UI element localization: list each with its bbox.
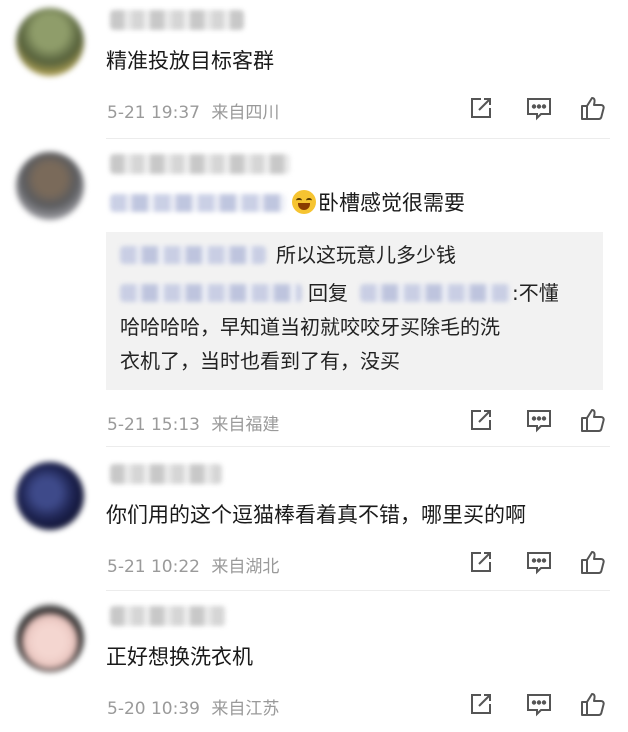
comment-actions — [466, 689, 612, 719]
share-icon — [471, 98, 491, 118]
comment-location: 来自福建 — [211, 415, 280, 435]
comment-button[interactable] — [524, 689, 554, 719]
comment-meta: 5-21 10:22 来自湖北 — [107, 552, 279, 577]
laughing-tears-icon — [292, 190, 316, 214]
comment-button[interactable] — [524, 547, 554, 577]
reply-quote-box[interactable]: 所以这玩意儿多少钱 回复 :不懂 哈哈哈哈，早知道当初就咬咬牙买除毛的洗 衣机了… — [106, 232, 603, 390]
comment-meta: 5-21 15:13 来自福建 — [107, 410, 279, 435]
quote-target-blurred[interactable] — [360, 284, 510, 302]
comment-item: 精准投放目标客群 5-21 19:37 来自四川 — [0, 0, 628, 140]
comment-item: 你们用的这个逗猫棒看着真不错，哪里买的啊 5-21 10:22 来自湖北 — [0, 452, 628, 592]
quote-line-1: 所以这玩意儿多少钱 — [276, 243, 456, 267]
comment-actions — [466, 547, 612, 577]
quote-reply-suffix: :不懂 — [512, 281, 559, 305]
comment-icon — [527, 552, 551, 575]
thumbs-up-icon — [581, 551, 605, 574]
comment-text: 正好想换洗衣机 — [106, 645, 253, 669]
like-button[interactable] — [578, 93, 608, 123]
avatar[interactable] — [16, 462, 84, 530]
divider — [106, 446, 610, 447]
share-button[interactable] — [466, 93, 496, 123]
comment-text: 卧槽感觉很需要 — [292, 186, 465, 220]
thumbs-up-icon — [581, 97, 605, 120]
comment-icon — [527, 98, 551, 121]
comment-text-body: 卧槽感觉很需要 — [318, 191, 465, 215]
thumbs-up-icon — [581, 409, 605, 432]
username-blurred[interactable] — [110, 154, 290, 174]
like-button[interactable] — [578, 689, 608, 719]
comment-icon — [527, 694, 551, 717]
share-icon — [471, 694, 491, 714]
username-blurred[interactable] — [110, 10, 244, 30]
comment-location: 来自四川 — [211, 103, 280, 123]
mention-blurred[interactable] — [110, 194, 286, 212]
divider — [106, 138, 610, 139]
like-button[interactable] — [578, 547, 608, 577]
quote-line-4: 衣机了，当时也看到了有，没买 — [120, 349, 400, 373]
quote-user-blurred[interactable] — [120, 284, 302, 302]
comment-date: 5-21 10:22 — [107, 557, 200, 577]
comment-location: 来自江苏 — [211, 699, 280, 719]
comment-location: 来自湖北 — [211, 557, 280, 577]
comment-text: 精准投放目标客群 — [106, 49, 274, 73]
comment-meta: 5-20 10:39 来自江苏 — [107, 694, 279, 719]
comment-item: 卧槽感觉很需要 所以这玩意儿多少钱 回复 :不懂 哈哈哈哈，早知道当初就咬咬牙买… — [0, 140, 628, 452]
avatar[interactable] — [16, 152, 84, 220]
comment-button[interactable] — [524, 405, 554, 435]
quote-line-3: 哈哈哈哈，早知道当初就咬咬牙买除毛的洗 — [120, 315, 500, 339]
share-icon — [471, 552, 491, 572]
thumbs-up-icon — [581, 693, 605, 716]
comment-actions — [466, 93, 612, 123]
avatar[interactable] — [16, 604, 84, 672]
divider — [106, 590, 610, 591]
comment-date: 5-21 19:37 — [107, 103, 200, 123]
share-button[interactable] — [466, 405, 496, 435]
comment-button[interactable] — [524, 93, 554, 123]
comment-item: 正好想换洗衣机 5-20 10:39 来自江苏 — [0, 592, 628, 732]
like-button[interactable] — [578, 405, 608, 435]
quote-reply-word: 回复 — [308, 281, 348, 305]
quote-user-blurred[interactable] — [120, 246, 266, 264]
share-button[interactable] — [466, 547, 496, 577]
avatar[interactable] — [16, 8, 84, 76]
share-button[interactable] — [466, 689, 496, 719]
comment-icon — [527, 410, 551, 433]
comment-date: 5-20 10:39 — [107, 699, 200, 719]
comment-actions — [466, 405, 612, 435]
comment-meta: 5-21 19:37 来自四川 — [107, 98, 279, 123]
username-blurred[interactable] — [110, 606, 226, 626]
comment-text: 你们用的这个逗猫棒看着真不错，哪里买的啊 — [106, 503, 526, 527]
username-blurred[interactable] — [110, 464, 222, 484]
share-icon — [471, 410, 491, 430]
comment-date: 5-21 15:13 — [107, 415, 200, 435]
